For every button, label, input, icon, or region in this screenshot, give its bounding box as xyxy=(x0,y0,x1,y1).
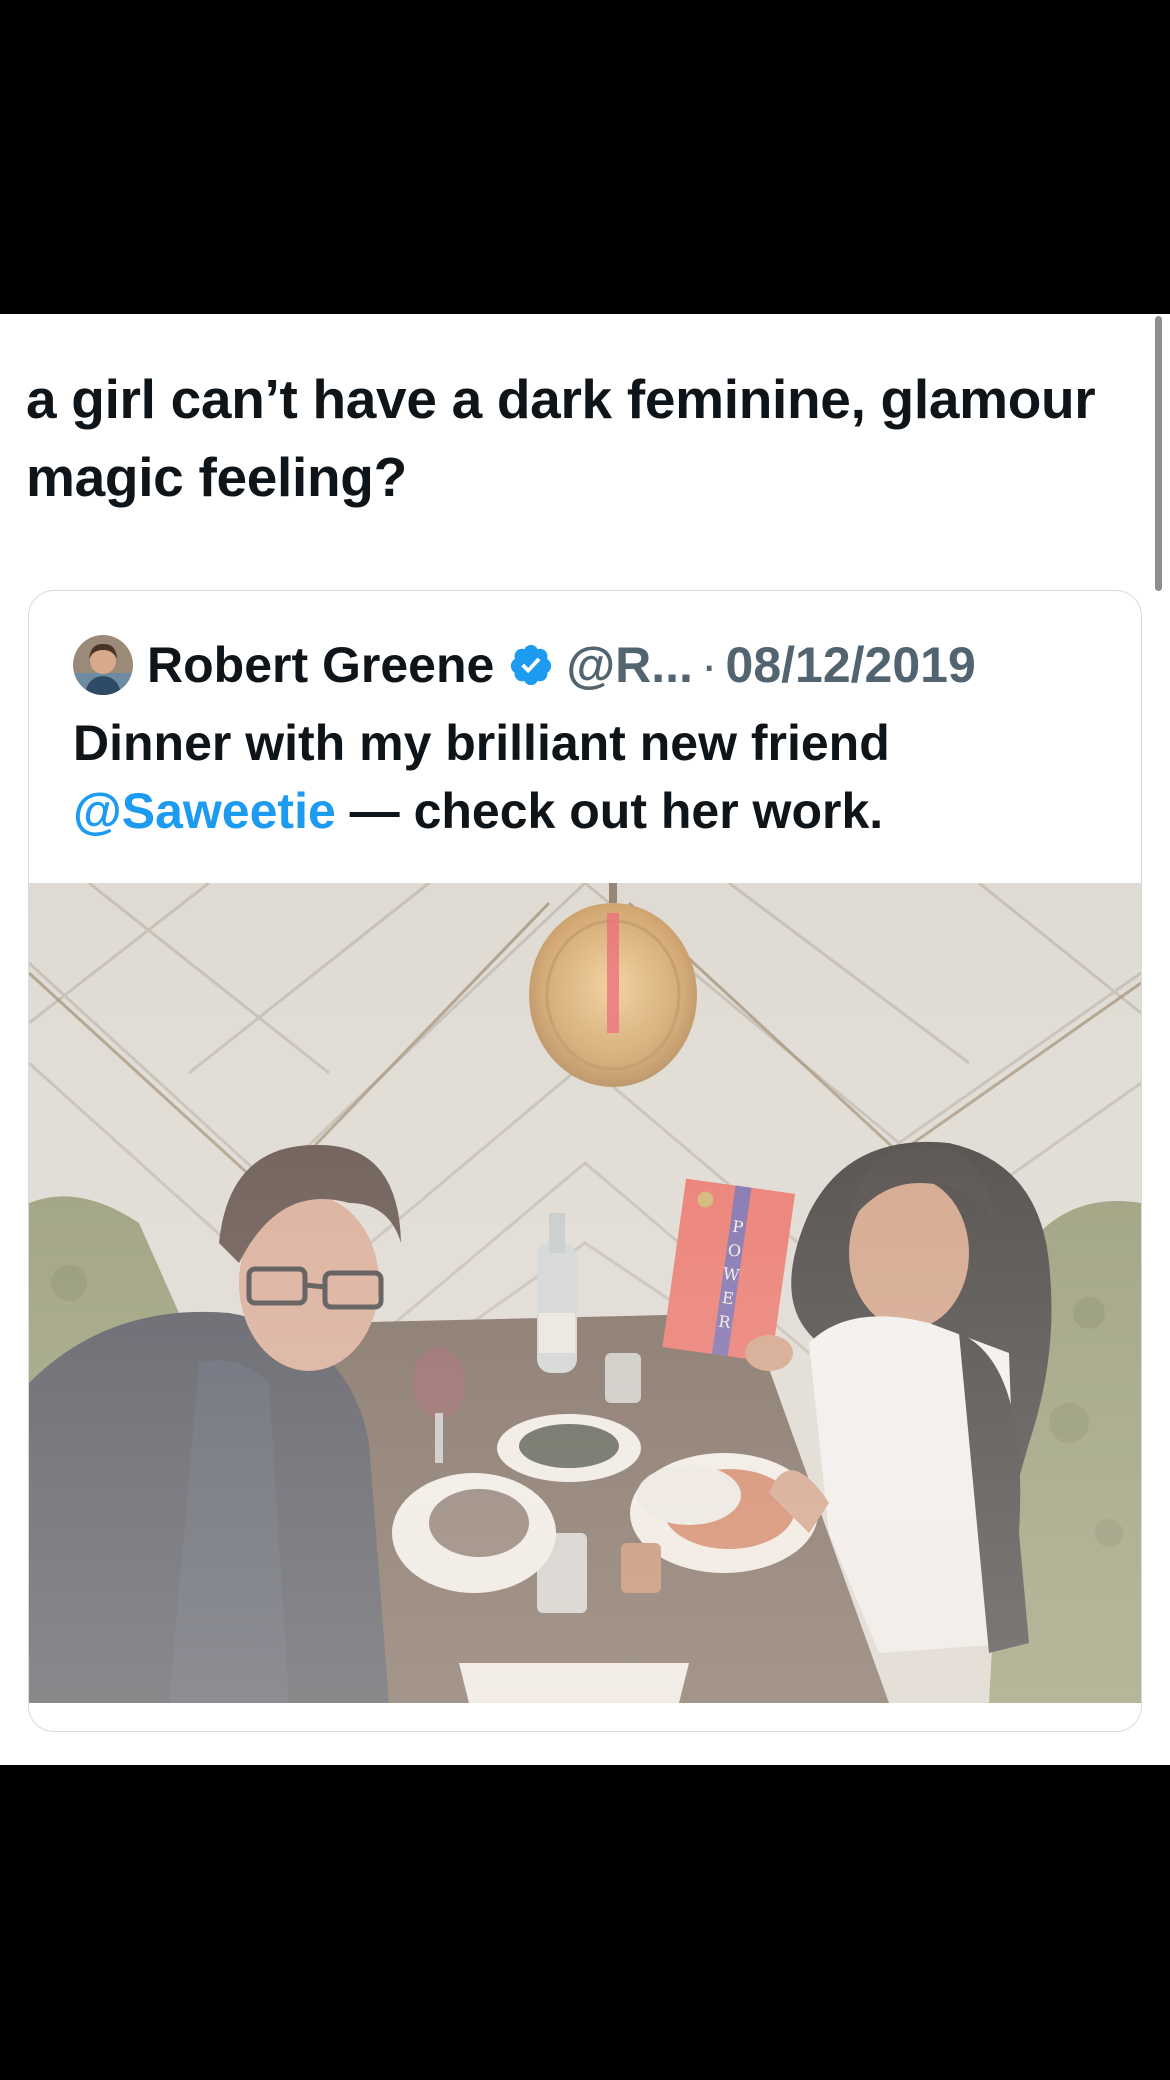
post-text: a girl can’t have a dark feminine, glamo… xyxy=(26,368,1096,508)
quoted-text-end: — check out her work. xyxy=(335,783,884,839)
verified-badge-icon xyxy=(511,644,552,686)
quoted-tweet-header: Robert Greene @R... · 08/12/2019 xyxy=(73,633,976,697)
author-handle[interactable]: @R... xyxy=(566,636,693,694)
bottom-black-bar xyxy=(0,1765,1170,2080)
quoted-tweet-card[interactable]: Robert Greene @R... · 08/12/2019 Dinner … xyxy=(28,590,1142,1732)
scrollbar[interactable] xyxy=(1155,316,1162,591)
quoted-tweet-text: Dinner with my brilliant new friend @Saw… xyxy=(73,709,1103,845)
avatar[interactable] xyxy=(73,635,133,695)
post-container: a girl can’t have a dark feminine, glamo… xyxy=(0,314,1170,1765)
quoted-tweet-photo[interactable]: P O W E R xyxy=(29,883,1141,1703)
header-separator: · xyxy=(700,637,718,693)
post-date[interactable]: 08/12/2019 xyxy=(726,636,976,694)
top-black-bar xyxy=(0,0,1170,314)
quoted-text-start: Dinner with my brilliant new friend xyxy=(73,715,890,771)
mention-link[interactable]: @Saweetie xyxy=(73,783,336,839)
author-name[interactable]: Robert Greene xyxy=(147,636,494,694)
avatar-photo-icon xyxy=(73,635,133,695)
